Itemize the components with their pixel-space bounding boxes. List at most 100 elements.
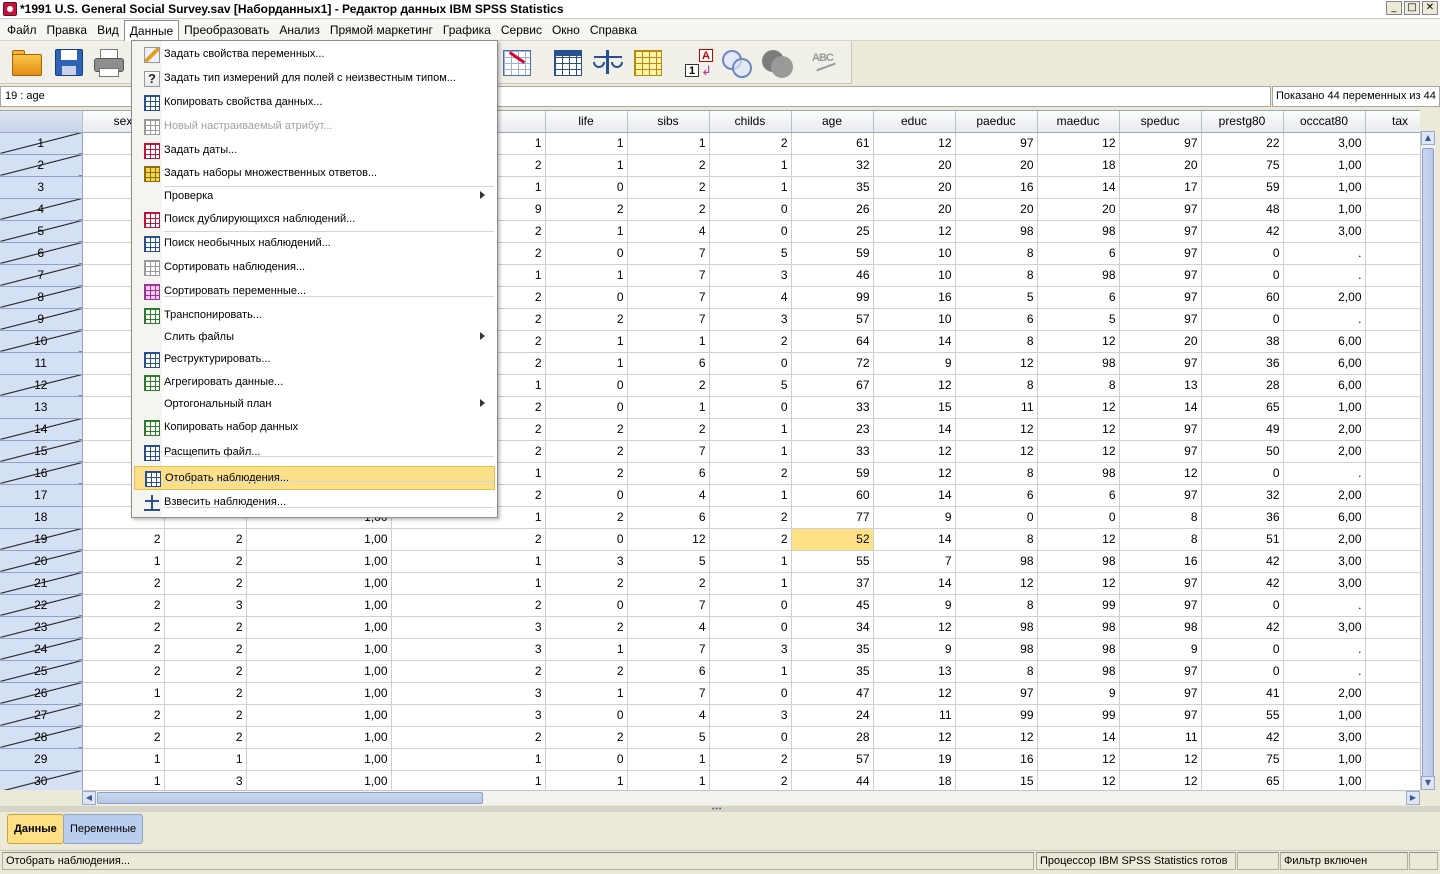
data-cell[interactable]: 97 [1119,572,1202,595]
minimize-button[interactable]: _ [1386,1,1402,15]
menu-5[interactable]: Преобразовать [179,20,274,40]
menu-4[interactable]: Данные [123,19,180,41]
data-cell[interactable]: 98 [1119,616,1202,639]
data-cell[interactable]: 12 [873,132,956,155]
data-cell[interactable]: 3 [391,638,546,661]
data-cell[interactable]: 97 [1119,682,1202,705]
data-cell[interactable]: 6,00 [1283,352,1366,375]
data-cell[interactable]: 2 [391,528,546,551]
data-cell[interactable]: 1 [709,440,792,463]
data-cell[interactable]: 3 [391,682,546,705]
row-header[interactable]: 17 [0,484,83,507]
data-cell[interactable]: 3,00 [1283,572,1366,595]
data-cell[interactable]: 12 [1037,770,1120,790]
data-cell[interactable]: 35 [791,660,874,683]
data-cell[interactable]: 72 [791,352,874,375]
data-cell[interactable]: 2 [545,726,628,749]
data-cell[interactable]: 2 [164,726,247,749]
data-cell[interactable]: 1,00 [246,594,392,617]
data-cell[interactable]: 1,00 [246,726,392,749]
data-cell[interactable]: 97 [1119,418,1202,441]
data-cell[interactable] [1365,352,1420,375]
data-cell[interactable]: 0 [709,682,792,705]
data-cell[interactable]: 2 [164,528,247,551]
data-cell[interactable]: 15 [873,396,956,419]
data-cell[interactable]: 99 [955,704,1038,727]
data-cell[interactable]: 42 [1201,550,1284,573]
data-cell[interactable]: 7 [627,242,710,265]
data-cell[interactable]: 12 [873,440,956,463]
data-cell[interactable]: 6,00 [1283,506,1366,529]
data-cell[interactable] [1365,242,1420,265]
data-cell[interactable]: 32 [791,154,874,177]
data-cell[interactable]: 1,00 [246,638,392,661]
row-header[interactable]: 24 [0,638,83,661]
data-cell[interactable]: 1 [545,352,628,375]
data-cell[interactable]: 2 [545,418,628,441]
data-cell[interactable]: 98 [1037,638,1120,661]
data-cell[interactable]: 1,00 [246,704,392,727]
data-cell[interactable]: 4 [627,704,710,727]
data-cell[interactable] [1365,506,1420,529]
data-cell[interactable]: 3 [709,704,792,727]
column-header-sibs[interactable]: sibs [627,111,710,133]
data-cell[interactable]: 48 [1201,198,1284,221]
data-cell[interactable]: 12 [1037,748,1120,771]
data-cell[interactable]: 14 [873,528,956,551]
data-cell[interactable]: 98 [1037,264,1120,287]
data-cell[interactable]: 55 [1201,704,1284,727]
data-cell[interactable]: 33 [791,440,874,463]
data-cell[interactable]: 1,00 [246,660,392,683]
weight-scale-icon[interactable] [591,46,625,78]
data-cell[interactable] [1365,704,1420,727]
data-cell[interactable]: 75 [1201,748,1284,771]
data-cell[interactable]: . [1283,462,1366,485]
data-cell[interactable]: 12 [873,374,956,397]
data-cell[interactable]: 10 [873,264,956,287]
data-cell[interactable]: 1 [709,484,792,507]
data-cell[interactable]: 16 [1119,550,1202,573]
data-cell[interactable]: 1,00 [1283,748,1366,771]
data-cell[interactable]: 0 [709,616,792,639]
data-cell[interactable]: 12 [873,462,956,485]
data-cell[interactable]: 5 [709,242,792,265]
data-cell[interactable]: 28 [1201,374,1284,397]
data-cell[interactable]: 12 [873,682,956,705]
data-cell[interactable]: 9 [1119,638,1202,661]
data-cell[interactable]: 97 [1119,660,1202,683]
tab-variable-view[interactable]: Переменные [63,814,144,844]
data-cell[interactable]: . [1283,308,1366,331]
data-cell[interactable]: 14 [1037,726,1120,749]
data-cell[interactable] [1365,286,1420,309]
data-cell[interactable] [1365,308,1420,331]
row-header[interactable]: 29 [0,748,83,771]
data-cell[interactable]: 77 [791,506,874,529]
variable-sets-icon[interactable] [720,46,754,78]
data-cell[interactable]: 1,00 [1283,176,1366,199]
data-cell[interactable]: 0 [545,286,628,309]
data-cell[interactable]: 13 [873,660,956,683]
data-cell[interactable]: 2 [545,616,628,639]
column-header-childs[interactable]: childs [709,111,792,133]
data-cell[interactable]: 0 [955,506,1038,529]
data-cell[interactable]: 2 [709,462,792,485]
data-cell[interactable]: 12 [1037,440,1120,463]
data-menu-item-19[interactable]: Отобрать наблюдения... [134,466,495,490]
data-cell[interactable]: 59 [791,462,874,485]
data-cell[interactable]: 0 [709,220,792,243]
data-cell[interactable]: 1,00 [246,770,392,790]
data-cell[interactable]: 2 [545,308,628,331]
data-cell[interactable]: 0 [545,176,628,199]
data-cell[interactable]: 3,00 [1283,726,1366,749]
data-cell[interactable]: 3 [709,638,792,661]
selected-cell[interactable]: 52 [791,528,874,551]
data-cell[interactable]: 2 [391,660,546,683]
data-cell[interactable]: 1 [545,132,628,155]
data-cell[interactable]: 2 [391,594,546,617]
data-menu-item-17[interactable]: Копировать набор данных [134,416,495,440]
data-cell[interactable]: 5 [955,286,1038,309]
row-header[interactable]: 21 [0,572,83,595]
data-cell[interactable]: 2 [164,550,247,573]
data-cell[interactable] [1365,528,1420,551]
data-cell[interactable]: 2 [627,572,710,595]
